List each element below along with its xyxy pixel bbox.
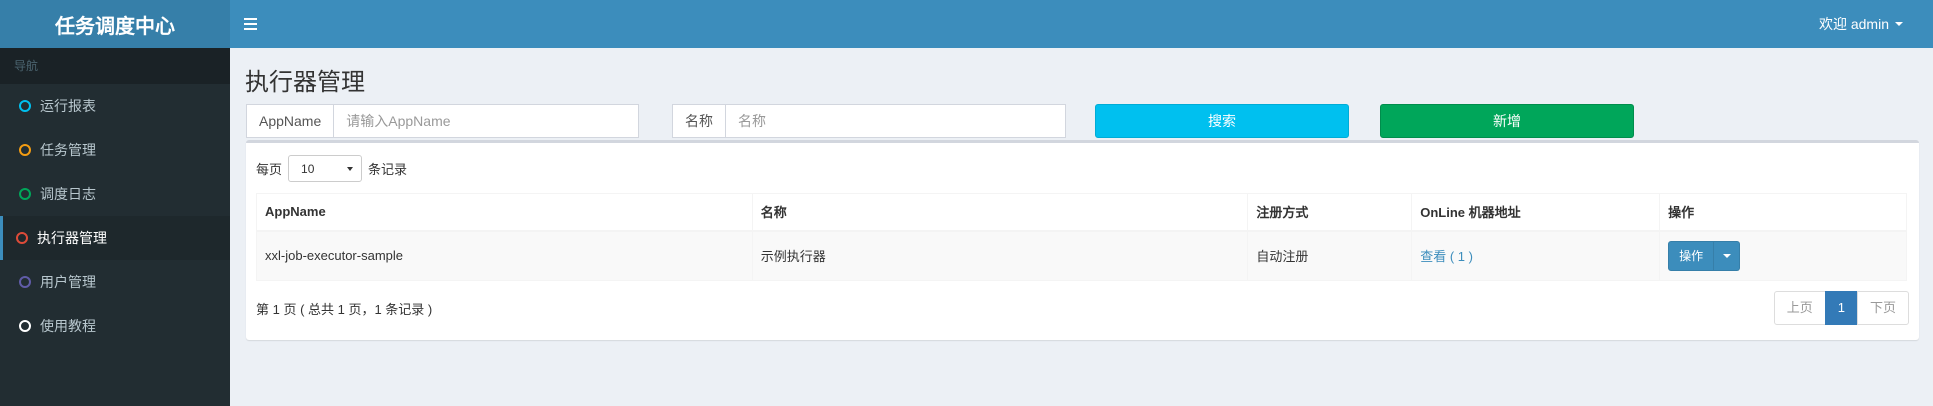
search-button[interactable]: 搜索 xyxy=(1095,104,1349,138)
column-header-title[interactable]: 名称 xyxy=(751,193,1249,232)
circle-icon xyxy=(19,144,31,156)
sidebar-header: 导航 xyxy=(0,48,230,84)
appname-input[interactable] xyxy=(333,104,640,138)
operate-button-group: 操作 xyxy=(1668,240,1741,271)
sidebar-item[interactable]: 调度日志 xyxy=(0,172,230,216)
chevron-down-icon xyxy=(347,166,354,171)
title-input[interactable] xyxy=(725,104,1066,138)
sidebar-item-label: 调度日志 xyxy=(40,186,96,202)
sidebar-item-label: 使用教程 xyxy=(40,318,96,334)
page-length-select[interactable]: 10 xyxy=(288,155,363,182)
sidebar: 导航 运行报表任务管理调度日志执行器管理用户管理使用教程 xyxy=(0,48,230,406)
sidebar-item[interactable]: 任务管理 xyxy=(0,128,230,172)
caret-down-icon xyxy=(1722,253,1731,258)
page-title: 执行器管理 xyxy=(245,69,365,96)
sidebar-item[interactable]: 执行器管理 xyxy=(0,216,230,260)
pagination-prev[interactable]: 上页 xyxy=(1773,291,1826,325)
sidebar-item-label: 执行器管理 xyxy=(37,230,107,246)
user-menu[interactable]: 欢迎 admin xyxy=(1819,0,1903,48)
sidebar-item[interactable]: 用户管理 xyxy=(0,260,230,304)
page-length-value: 10 xyxy=(301,161,315,176)
circle-icon xyxy=(19,276,31,288)
circle-icon xyxy=(19,320,31,332)
user-menu-label: 欢迎 admin xyxy=(1818,16,1889,32)
appname-filter: AppName xyxy=(246,104,640,138)
sidebar-item-label: 用户管理 xyxy=(40,274,96,290)
view-address-link[interactable]: 查看 ( 1 ) xyxy=(1420,249,1473,264)
add-button[interactable]: 新增 xyxy=(1380,104,1634,138)
executor-table: AppName 名称 注册方式 OnLine 机器地址 操作 xxl-job-e… xyxy=(256,193,1907,281)
table-info: 第 1 页 ( 总共 1 页，1 条记录 ) xyxy=(256,302,433,317)
column-header-actions[interactable]: 操作 xyxy=(1659,193,1907,232)
table-header-row: AppName 名称 注册方式 OnLine 机器地址 操作 xyxy=(256,193,1907,232)
column-header-address-type[interactable]: 注册方式 xyxy=(1247,193,1413,232)
pagination-page-1[interactable]: 1 xyxy=(1824,291,1858,325)
appname-filter-label: AppName xyxy=(246,104,334,138)
operate-dropdown-toggle[interactable] xyxy=(1714,240,1741,271)
title-filter: 名称 xyxy=(672,104,1066,138)
sidebar-item-label: 任务管理 xyxy=(40,142,96,158)
hamburger-icon[interactable] xyxy=(244,12,268,36)
column-header-appname[interactable]: AppName xyxy=(256,193,753,232)
title-filter-label: 名称 xyxy=(672,104,725,138)
column-header-online-address[interactable]: OnLine 机器地址 xyxy=(1411,193,1661,232)
top-navbar: 欢迎 admin xyxy=(230,0,1933,48)
cell-appname: xxl-job-executor-sample xyxy=(256,230,753,281)
cell-address-type: 自动注册 xyxy=(1247,230,1413,281)
cell-actions: 操作 xyxy=(1659,230,1907,281)
page-length-prefix: 每页 xyxy=(256,162,283,177)
circle-icon xyxy=(16,232,28,244)
pagination: 上页 1 下页 xyxy=(1773,291,1909,325)
executor-table-box: 每页 10 条记录 AppName 名称 注册方式 OnLine 机器地址 操作… xyxy=(246,140,1919,340)
sidebar-item[interactable]: 运行报表 xyxy=(0,84,230,128)
caret-down-icon xyxy=(1895,22,1903,26)
sidebar-item-label: 运行报表 xyxy=(40,98,96,114)
page-length: 每页 10 条记录 xyxy=(256,155,407,182)
cell-title: 示例执行器 xyxy=(751,230,1249,281)
circle-icon xyxy=(19,100,31,112)
cell-online-address: 查看 ( 1 ) xyxy=(1411,230,1661,281)
pagination-next[interactable]: 下页 xyxy=(1856,291,1909,325)
circle-icon xyxy=(19,188,31,200)
sidebar-item[interactable]: 使用教程 xyxy=(0,304,230,348)
sidebar-menu: 运行报表任务管理调度日志执行器管理用户管理使用教程 xyxy=(0,84,230,348)
operate-button[interactable]: 操作 xyxy=(1668,240,1715,271)
page-length-suffix: 条记录 xyxy=(368,162,408,177)
app-logo[interactable]: 任务调度中心 xyxy=(0,0,230,48)
table-row: xxl-job-executor-sample 示例执行器 自动注册 查看 ( … xyxy=(256,230,1907,281)
